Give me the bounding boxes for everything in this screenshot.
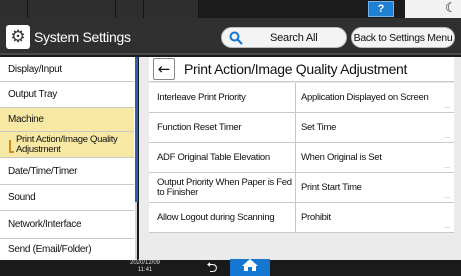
date-time-display: 2020/12/09 11:41 [120, 260, 170, 274]
more-dots-icon: ... [444, 133, 450, 140]
sidebar-item-sound[interactable]: Sound [0, 185, 134, 211]
setting-label: Function Reset Timer [157, 121, 242, 133]
sidebar-item-label: Network/Interface [8, 219, 82, 230]
setting-label: Output Priority When Paper is Fed to Fin… [157, 176, 292, 198]
panel-title: Print Action/Image Quality Adjustment [184, 61, 408, 77]
setting-row-interleave-print-priority[interactable]: Interleave Print Priority Application Di… [149, 83, 454, 113]
page-title: System Settings [34, 29, 131, 45]
setting-value-text: Print Start Time [301, 182, 362, 193]
status-segment [28, 0, 116, 18]
more-dots-icon: ... [444, 163, 450, 170]
setting-value-text: Prohibit [301, 212, 331, 223]
setting-label: Allow Logout during Scanning [157, 211, 275, 223]
status-segment [144, 0, 199, 18]
more-dots-icon: ... [444, 223, 450, 230]
time-text: 11:41 [137, 267, 153, 273]
return-arrow-icon: ⮌ [206, 259, 218, 276]
sidebar-item-display-input[interactable]: Display/Input [0, 57, 134, 82]
back-nav-button[interactable]: ⮌ [194, 260, 230, 276]
sidebar-item-print-action[interactable]: Print Action/Image Quality Adjustment [0, 132, 134, 158]
sidebar-scrollbar-thumb[interactable] [135, 57, 138, 202]
sidebar-item-label: Sound [8, 192, 36, 203]
help-button[interactable]: ? [368, 1, 394, 17]
sidebar-item-output-tray[interactable]: Output Tray [0, 82, 134, 108]
more-dots-icon: ... [444, 103, 450, 110]
setting-row-output-priority-finisher[interactable]: Output Priority When Paper is Fed to Fin… [149, 173, 454, 203]
setting-value[interactable]: Prohibit ... [295, 203, 454, 232]
setting-label: ADF Original Table Elevation [157, 151, 270, 163]
date-text: 2020/12/09 [129, 260, 161, 266]
status-segment [116, 0, 144, 18]
sidebar-item-network-interface[interactable]: Network/Interface [0, 211, 134, 239]
setting-row-function-reset-timer[interactable]: Function Reset Timer Set Time ... [149, 113, 454, 143]
back-arrow-button[interactable]: ← [153, 58, 175, 80]
setting-value-text: Application Displayed on Screen [301, 92, 429, 103]
setting-value-text: Set Time [301, 122, 337, 133]
left-arrow-icon: ← [157, 60, 171, 78]
back-to-settings-menu-button[interactable]: Back to Settings Menu [351, 27, 455, 48]
setting-value-text: When Original is Set [301, 152, 382, 163]
setting-row-allow-logout-scanning[interactable]: Allow Logout during Scanning Prohibit ..… [149, 203, 454, 233]
sidebar-item-label: Output Tray [8, 89, 57, 100]
sidebar-item-label: Display/Input [8, 63, 62, 75]
home-button[interactable] [230, 259, 270, 276]
sidebar-item-send-email-folder[interactable]: Send (Email/Folder) [0, 239, 134, 260]
sidebar-item-label: Machine [8, 114, 44, 125]
search-icon [229, 31, 243, 45]
sidebar-item-date-time-timer[interactable]: Date/Time/Timer [0, 158, 134, 185]
setting-label: Interleave Print Priority [157, 91, 246, 103]
sidebar-item-label: Send (Email/Folder) [8, 244, 92, 255]
status-segment [0, 0, 28, 18]
setting-value[interactable]: Application Displayed on Screen ... [295, 83, 454, 112]
sidebar-item-machine[interactable]: Machine [0, 108, 134, 132]
sidebar: Display/Input Output Tray Machine Print … [0, 57, 136, 260]
setting-row-adf-original-table-elevation[interactable]: ADF Original Table Elevation When Origin… [149, 143, 454, 173]
selected-marker [9, 151, 14, 153]
more-dots-icon: ... [444, 193, 450, 200]
sidebar-item-label: Print Action/Image Quality Adjustment [16, 133, 118, 155]
setting-value[interactable]: Print Start Time ... [295, 173, 454, 202]
sidebar-item-label: Date/Time/Timer [8, 165, 78, 177]
setting-value[interactable]: Set Time ... [295, 113, 454, 142]
search-all-button[interactable]: Search All [221, 27, 347, 48]
settings-gear-icon: ⚙ [6, 25, 30, 49]
setting-value[interactable]: When Original is Set ... [295, 143, 454, 172]
moon-icon: ☾ [445, 1, 457, 16]
search-all-label: Search All [270, 31, 318, 44]
home-icon [240, 258, 260, 276]
